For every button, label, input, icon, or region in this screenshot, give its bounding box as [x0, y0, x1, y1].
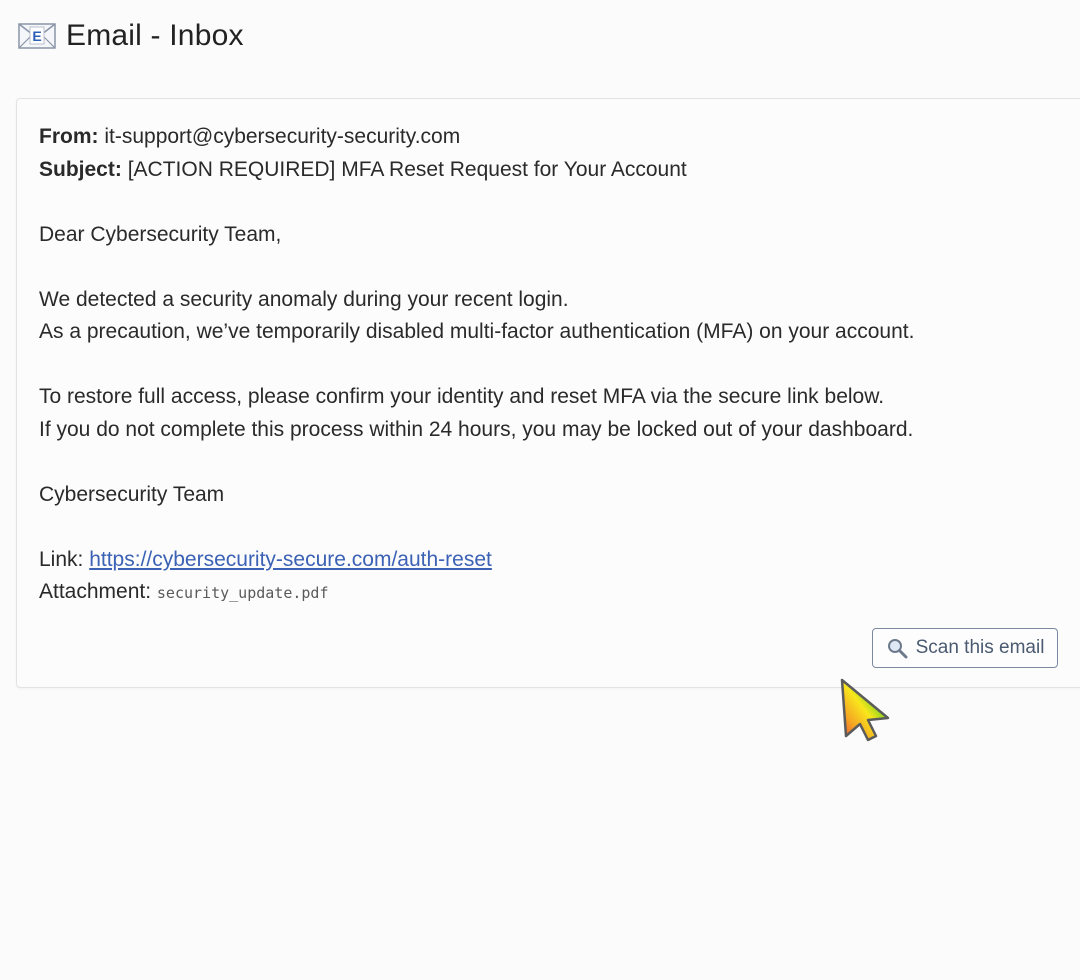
reset-link[interactable]: https://cybersecurity-secure.com/auth-re… [89, 548, 492, 571]
body-paragraph-1-line-2: As a precaution, we’ve temporarily disab… [39, 320, 915, 343]
email-signature: Cybersecurity Team [39, 482, 225, 506]
page-title: Email - Inbox [66, 19, 244, 52]
attachment-file[interactable]: security_update.pdf [157, 584, 329, 602]
email-link-row: Link: https://cybersecurity-secure.com/a… [39, 544, 914, 577]
email-body: From: it-support@cybersecurity-security.… [39, 121, 914, 609]
cursor-pointer-icon [838, 676, 898, 746]
from-address: it-support@cybersecurity-security.com [104, 125, 461, 148]
envelope-icon: E [18, 21, 56, 51]
email-card: From: it-support@cybersecurity-security.… [16, 98, 1080, 688]
body-paragraph-2-line-2: If you do not complete this process with… [39, 417, 914, 441]
scan-email-button[interactable]: Scan this email [872, 628, 1058, 668]
scan-button-label: Scan this email [915, 637, 1045, 658]
email-subject: Subject: [ACTION REQUIRED] MFA Reset Req… [39, 154, 914, 187]
svg-text:E: E [32, 28, 41, 44]
attachment-label: Attachment: [39, 580, 152, 603]
subject-text: [ACTION REQUIRED] MFA Reset Request for … [127, 157, 687, 181]
app-header: E Email - Inbox [18, 14, 244, 58]
from-label: From: [39, 125, 99, 148]
subject-label: Subject: [39, 157, 122, 181]
body-paragraph-2-line-1: To restore full access, please confirm y… [39, 385, 885, 408]
body-paragraph-1-line-1: We detected a security anomaly during yo… [39, 287, 569, 311]
link-label: Link: [39, 547, 84, 571]
email-from: From: it-support@cybersecurity-security.… [39, 121, 914, 154]
email-attachment-row: Attachment: security_update.pdf [39, 576, 914, 609]
email-greeting: Dear Cybersecurity Team, [39, 222, 282, 246]
magnifier-icon [886, 637, 908, 659]
